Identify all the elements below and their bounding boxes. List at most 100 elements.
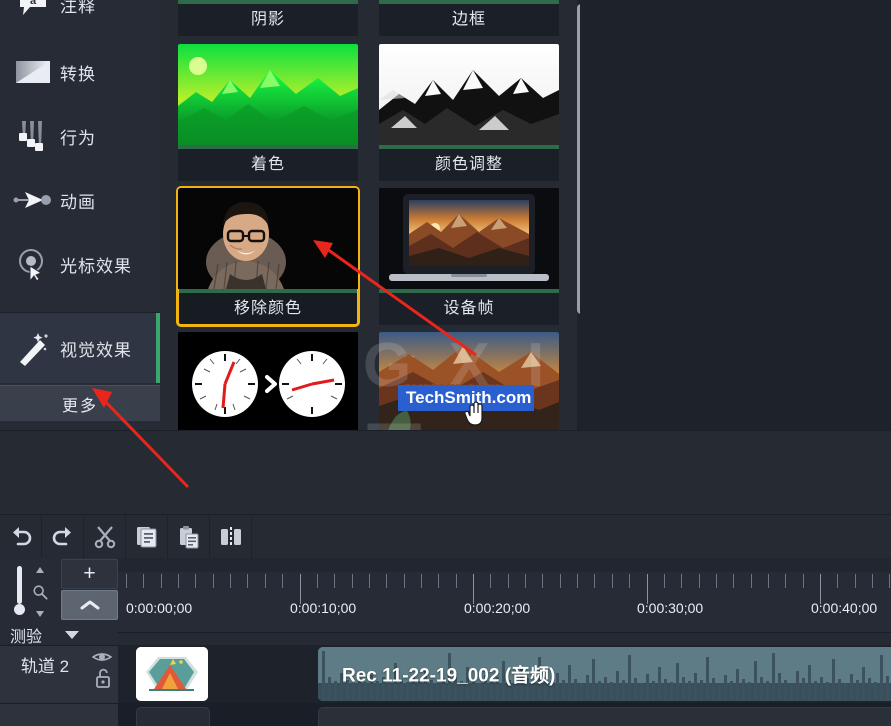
ruler-tick-minor (768, 574, 769, 588)
ruler-tick-minor (317, 574, 318, 588)
ruler-tick-minor (178, 574, 179, 588)
effect-card-label: 阴影 (178, 4, 358, 36)
effect-card-clip-speed[interactable]: 剪辑速度 (178, 332, 358, 430)
track-1-header[interactable] (0, 703, 118, 726)
transport-bar (0, 430, 891, 515)
ruler-tick-minor (386, 574, 387, 588)
unlocked-padlock-icon[interactable] (95, 668, 111, 693)
track-2-lane[interactable]: Rec 11-22-19_002 (音频) (118, 645, 891, 703)
sidebar-item-label: 转换 (60, 60, 96, 85)
split-button[interactable] (210, 515, 252, 558)
copy-button[interactable] (126, 515, 168, 558)
ruler-tick-minor (490, 574, 491, 588)
sidebar-item-animations[interactable]: 动画 (0, 168, 160, 232)
ruler-tick-minor (508, 574, 509, 588)
track-2-header[interactable]: 轨道 2 (0, 645, 118, 703)
ruler-tick-minor (247, 574, 248, 588)
device-frame-laptop-thumb (379, 188, 559, 289)
sidebar-item-label: 动画 (60, 188, 96, 213)
ruler-tick-minor (282, 574, 283, 588)
visibility-eye-icon[interactable] (92, 650, 112, 669)
ruler-timecode: 0:00:30;00 (637, 600, 703, 616)
undo-button[interactable] (0, 515, 42, 558)
annotation-callout-icon: a (10, 0, 56, 27)
ruler-tick-minor (577, 574, 578, 588)
ruler-tick-minor (733, 574, 734, 588)
behaviors-icon (10, 113, 56, 159)
ruler-tick-minor (456, 574, 457, 588)
effect-card-label: 设备帧 (379, 293, 559, 325)
ruler-tick-minor (352, 574, 353, 588)
ruler-tick-minor (195, 574, 196, 588)
effect-card-shadow[interactable]: 阴影 (178, 0, 358, 36)
cursor-effects-icon (10, 241, 56, 287)
ruler-timecode: 0:00:20;00 (464, 600, 530, 616)
copy-icon (136, 525, 158, 549)
timeline-ruler[interactable]: 0:00:00;000:00:10;000:00:20;000:00:30;00… (118, 558, 891, 618)
ruler-tick-minor (889, 574, 890, 588)
redo-button[interactable] (42, 515, 84, 558)
ruler-tick-minor (560, 574, 561, 588)
colorize-green-mountain-thumb (178, 44, 358, 145)
sidebar-item-transitions[interactable]: 转换 (0, 40, 160, 104)
undo-arrow-icon (9, 526, 33, 548)
effect-card-label: 移除颜色 (178, 293, 358, 325)
ruler-tick-minor (143, 574, 144, 588)
ruler-tick-minor (213, 574, 214, 588)
paste-icon (178, 525, 200, 549)
audio-clip[interactable]: Rec 11-22-19_002 (音频) (318, 647, 891, 701)
effect-card-color-adjustment[interactable]: 颜色调整 (379, 44, 559, 181)
sidebar-item-label: 光标效果 (60, 252, 132, 277)
add-track-button[interactable]: + (61, 559, 118, 589)
sidebar-more-label: 更多 (62, 392, 98, 416)
svg-text:a: a (30, 0, 37, 7)
color-adjust-bw-mountain-thumb (379, 44, 559, 145)
paste-button[interactable] (168, 515, 210, 558)
track-1-lane[interactable] (118, 703, 891, 726)
ruler-tick-minor (872, 574, 873, 588)
ruler-tick-minor (525, 574, 526, 588)
effect-card-remove-a-color[interactable]: 移除颜色 (178, 188, 358, 325)
effect-card-device-frame[interactable]: 设备帧 (379, 188, 559, 325)
timeline-toolbar: − + (0, 514, 891, 560)
zoom-tracks-icon (30, 567, 50, 617)
video-clip[interactable] (136, 647, 208, 701)
sidebar-item-cursor-effects[interactable]: 光标效果 (0, 232, 160, 296)
ruler-tick-minor (664, 574, 665, 588)
clip-speed-clocks-thumb (178, 332, 358, 430)
clip-placeholder-right[interactable] (318, 707, 891, 726)
preview-panel (580, 0, 891, 430)
sidebar-item-annotations[interactable]: a 注释 (0, 0, 160, 36)
remove-color-person-thumb (178, 188, 358, 289)
project-name: 测验 (10, 623, 42, 647)
transition-gradient-icon (10, 49, 56, 95)
ruler-tick-minor (230, 574, 231, 588)
effect-card-colorize[interactable]: 着色 (178, 44, 358, 181)
audio-clip-label: Rec 11-22-19_002 (音频) (342, 661, 555, 688)
sidebar-item-label: 视觉效果 (60, 336, 132, 361)
track-height-slider[interactable] (14, 566, 24, 618)
chevron-down-icon[interactable] (64, 629, 80, 641)
ruler-tick-minor (855, 574, 856, 588)
ruler-tick-minor (126, 574, 127, 588)
ruler-timecode: 0:00:10;00 (290, 600, 356, 616)
ruler-tick-minor (803, 574, 804, 588)
ruler-tick-minor (438, 574, 439, 588)
sidebar-item-label: 行为 (60, 124, 96, 149)
sidebar-item-behaviors[interactable]: 行为 (0, 104, 160, 168)
effects-panel: 阴影 边框 (160, 0, 580, 430)
sidebar-more-button[interactable]: 更多 (0, 385, 160, 423)
timeline-gap-row (118, 618, 891, 633)
redo-arrow-icon (51, 526, 75, 548)
collapse-tracks-button[interactable] (61, 590, 118, 620)
split-icon (219, 526, 243, 548)
ruler-tick-minor (369, 574, 370, 588)
ruler-tick-minor (265, 574, 266, 588)
effect-card-border[interactable]: 边框 (379, 0, 559, 36)
sidebar-item-visual-effects[interactable]: 视觉效果 (0, 313, 160, 383)
ruler-tick-minor (699, 574, 700, 588)
cut-button[interactable] (84, 515, 126, 558)
clip-placeholder-left[interactable] (136, 707, 210, 726)
ruler-tick-minor (612, 574, 613, 588)
animation-arrow-icon (10, 177, 56, 223)
